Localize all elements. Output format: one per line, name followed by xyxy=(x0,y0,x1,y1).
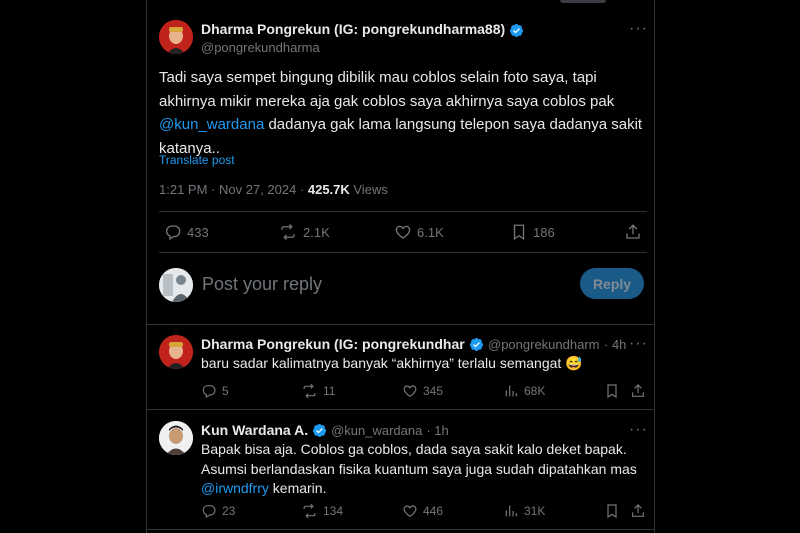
reply-icon xyxy=(166,225,181,240)
avatar-photo xyxy=(159,421,193,455)
share-action[interactable] xyxy=(624,223,642,241)
bookmark-action[interactable]: 186 xyxy=(510,223,555,241)
author-display-name[interactable]: Dharma Pongrekun (IG: pongrekundharma88) xyxy=(201,336,465,352)
more-options-icon[interactable]: ··· xyxy=(629,20,648,38)
views-action[interactable]: 68K xyxy=(503,383,545,399)
avatar-photo xyxy=(159,335,193,369)
like-action[interactable]: 446 xyxy=(402,503,443,519)
post-text: Tadi saya sempet bingung dibilik mau cob… xyxy=(159,69,643,157)
author-handle[interactable]: @pongrekundharma xyxy=(201,40,320,55)
post-timestamp[interactable]: 1:21 PM · Nov 27, 2024 · xyxy=(159,182,308,197)
views-count: 425.7K xyxy=(307,182,350,197)
reply-icon xyxy=(202,505,216,519)
more-options-icon[interactable]: ··· xyxy=(629,335,648,353)
author-handle[interactable]: @kun_wardana xyxy=(331,423,422,438)
reply-text: Bapak bisa aja. Coblos ga coblos, dada s… xyxy=(201,441,637,496)
heart-icon xyxy=(403,505,417,518)
heart-icon xyxy=(395,225,411,239)
top-scroll-indicator xyxy=(560,0,606,3)
reply-text: baru sadar kalimatnya banyak “akhirnya” … xyxy=(201,355,583,371)
bookmark-action[interactable] xyxy=(604,383,620,399)
avatar[interactable] xyxy=(159,421,193,455)
like-action[interactable]: 345 xyxy=(402,383,443,399)
bookmark-icon xyxy=(607,504,617,519)
reply-input[interactable]: Post your reply xyxy=(202,274,322,295)
share-icon xyxy=(632,504,644,517)
repost-action[interactable]: 11 xyxy=(301,383,335,399)
avatar-photo xyxy=(159,20,193,54)
avatar[interactable] xyxy=(159,20,193,54)
reply-header: Dharma Pongrekun (IG: pongrekundharma88)… xyxy=(201,336,631,352)
repost-icon xyxy=(303,503,316,519)
reply-time[interactable]: · 4h xyxy=(604,337,626,352)
divider xyxy=(146,529,655,530)
author-handle[interactable]: @pongrekundharma88 xyxy=(488,337,600,352)
reply-action[interactable]: 23 xyxy=(201,503,235,519)
author-display-name[interactable]: Kun Wardana A. xyxy=(201,422,308,438)
post-metadata: 1:21 PM · Nov 27, 2024 · 425.7K Views xyxy=(159,182,388,197)
share-action[interactable] xyxy=(630,503,646,519)
repost-icon xyxy=(303,383,316,399)
bookmark-action[interactable] xyxy=(604,503,620,519)
more-options-icon[interactable]: ··· xyxy=(629,421,648,439)
repost-action[interactable]: 134 xyxy=(301,503,343,519)
reply-action[interactable]: 5 xyxy=(201,383,229,399)
reply-button[interactable]: Reply xyxy=(580,268,644,299)
composer-avatar[interactable] xyxy=(159,268,193,302)
verified-badge-icon[interactable] xyxy=(469,337,484,352)
divider xyxy=(146,409,655,410)
bookmark-icon xyxy=(513,224,525,241)
divider xyxy=(146,324,655,325)
heart-icon xyxy=(403,385,417,398)
author-name[interactable]: Dharma Pongrekun (IG: pongrekundharma88) xyxy=(201,21,524,38)
bookmark-icon xyxy=(607,384,617,399)
divider xyxy=(159,252,647,253)
share-action[interactable] xyxy=(630,383,646,399)
translate-post-link[interactable]: Translate post xyxy=(159,153,235,167)
share-icon xyxy=(626,224,640,239)
composer-avatar-photo xyxy=(159,268,193,302)
repost-icon xyxy=(281,224,295,240)
reply-action[interactable]: 433 xyxy=(164,223,209,241)
verified-badge-icon[interactable] xyxy=(509,23,524,38)
divider xyxy=(159,211,647,212)
repost-action[interactable]: 2.1K xyxy=(278,223,330,241)
views-action[interactable]: 31K xyxy=(503,503,545,519)
mention-link[interactable]: @irwndfrry xyxy=(201,480,269,496)
share-icon xyxy=(632,384,644,397)
mention-link[interactable]: @kun_wardana xyxy=(159,116,264,133)
analytics-icon xyxy=(505,385,517,397)
views-label: Views xyxy=(349,182,388,197)
avatar[interactable] xyxy=(159,335,193,369)
reply-header: Kun Wardana A. @kun_wardana · 1h xyxy=(201,422,449,438)
like-action[interactable]: 6.1K xyxy=(394,223,444,241)
verified-badge-icon[interactable] xyxy=(312,423,327,438)
reply-time[interactable]: · 1h xyxy=(426,423,448,438)
author-display-name[interactable]: Dharma Pongrekun (IG: pongrekundharma88) xyxy=(201,21,505,37)
reply-icon xyxy=(202,385,216,399)
analytics-icon xyxy=(505,505,517,517)
